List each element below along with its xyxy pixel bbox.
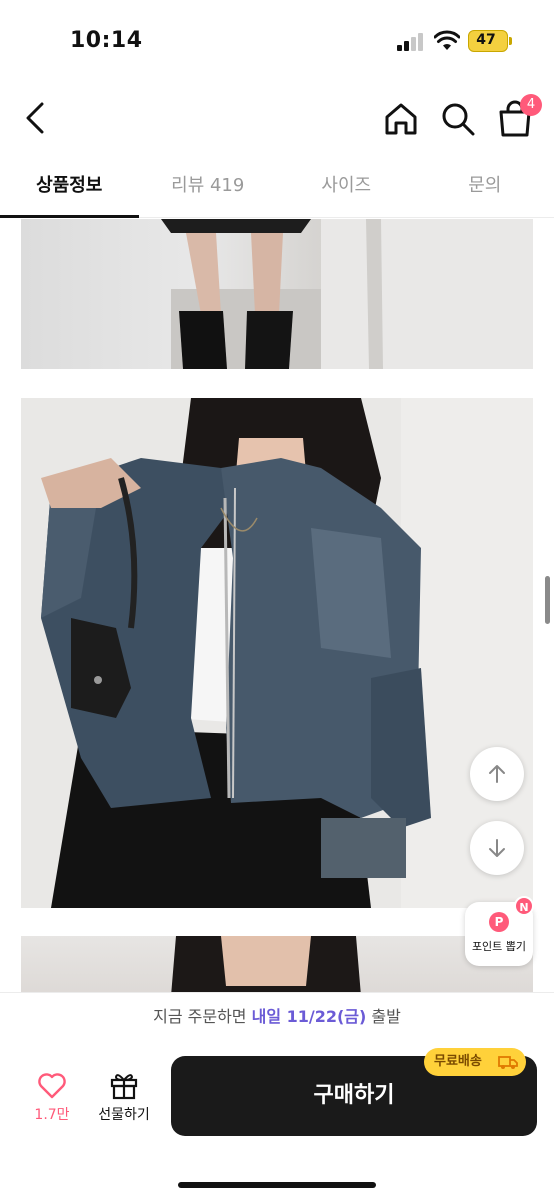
scroll-down-button[interactable] bbox=[470, 821, 524, 875]
tab-inquiry[interactable]: 문의 bbox=[416, 160, 554, 217]
product-photo bbox=[21, 219, 533, 369]
arrow-down-icon bbox=[489, 839, 505, 857]
home-indicator bbox=[178, 1182, 376, 1188]
scrollbar[interactable] bbox=[545, 576, 550, 624]
cart-count-badge: 4 bbox=[520, 94, 542, 116]
tab-product-info[interactable]: 상품정보 bbox=[0, 160, 139, 218]
point-draw-button[interactable]: P N 포인트 뽑기 bbox=[465, 896, 534, 966]
truck-icon bbox=[498, 1056, 518, 1069]
shipping-estimate: 지금 주문하면 내일 11/22(금) 출발 bbox=[0, 992, 554, 1040]
back-button[interactable] bbox=[16, 96, 56, 140]
shipping-date: 내일 11/22(금) bbox=[251, 1007, 367, 1026]
shipping-prefix: 지금 주문하면 bbox=[153, 1007, 252, 1026]
scroll-up-button[interactable] bbox=[470, 747, 524, 801]
arrow-up-icon bbox=[489, 765, 505, 783]
product-tabs: 상품정보 리뷰 419 사이즈 문의 bbox=[0, 160, 554, 218]
search-icon bbox=[442, 103, 475, 136]
home-button[interactable] bbox=[380, 98, 422, 140]
gift-icon bbox=[110, 1074, 138, 1100]
tab-size[interactable]: 사이즈 bbox=[277, 160, 416, 217]
gift-label: 선물하기 bbox=[98, 1107, 150, 1123]
new-badge: N bbox=[514, 896, 534, 916]
status-bar: 10:14 47 bbox=[0, 0, 554, 80]
bottom-action-bar: 1.7만 선물하기 구매하기 무료배송 bbox=[0, 1040, 554, 1200]
status-time: 10:14 bbox=[70, 28, 143, 53]
top-nav-bar: 4 bbox=[0, 80, 554, 160]
chevron-left-icon bbox=[26, 102, 44, 134]
like-count: 1.7만 bbox=[34, 1107, 70, 1123]
search-button[interactable] bbox=[437, 98, 479, 140]
product-photo bbox=[21, 936, 533, 996]
home-icon bbox=[385, 103, 417, 135]
product-photo-main bbox=[21, 398, 533, 908]
free-shipping-badge: 무료배송 bbox=[424, 1048, 526, 1076]
cellular-signal-icon bbox=[397, 33, 425, 51]
heart-icon bbox=[38, 1073, 66, 1099]
battery-level: 47 bbox=[476, 32, 496, 48]
free-shipping-label: 무료배송 bbox=[434, 1054, 482, 1069]
gift-button[interactable]: 선물하기 bbox=[92, 1070, 156, 1130]
point-icon: P bbox=[489, 912, 509, 932]
point-draw-label: 포인트 뽑기 bbox=[471, 940, 527, 953]
shipping-suffix: 출발 bbox=[366, 1007, 401, 1026]
wifi-icon bbox=[434, 30, 460, 50]
tab-reviews[interactable]: 리뷰 419 bbox=[139, 160, 278, 217]
like-button[interactable]: 1.7만 bbox=[28, 1070, 76, 1130]
battery-icon: 47 bbox=[468, 30, 512, 52]
